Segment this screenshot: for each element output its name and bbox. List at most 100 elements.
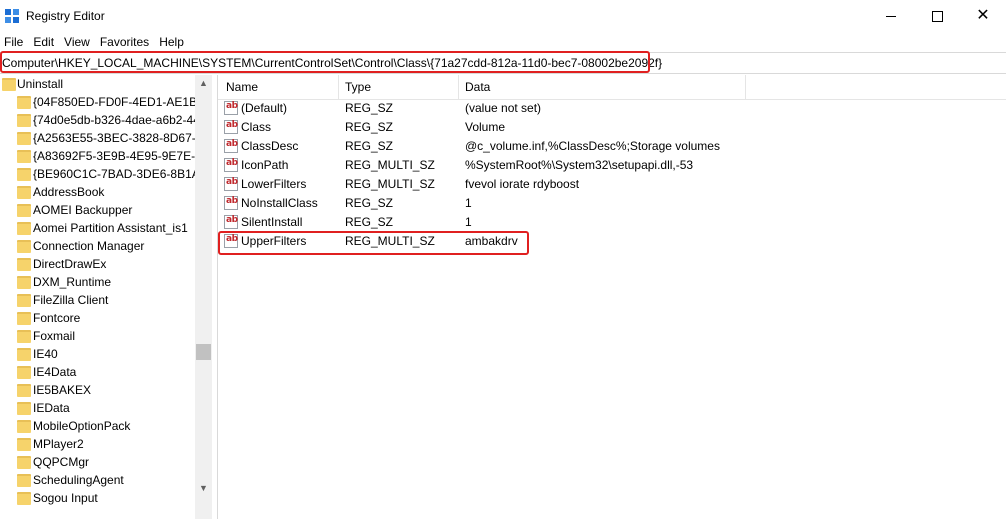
- table-row[interactable]: ab Class REG_SZ Volume: [218, 118, 1006, 137]
- minimize-icon: [886, 15, 896, 17]
- value-type: REG_MULTI_SZ: [345, 177, 435, 191]
- tree-item-label: IE40: [33, 347, 58, 361]
- tree-scrollbar[interactable]: ▲ ▼: [195, 75, 212, 519]
- menu-file[interactable]: File: [0, 33, 28, 51]
- menu-edit[interactable]: Edit: [28, 33, 59, 51]
- tree-item-label: MobileOptionPack: [33, 419, 131, 433]
- tree-item-label: Uninstall: [17, 77, 64, 91]
- table-row[interactable]: ab (Default) REG_SZ (value not set): [218, 99, 1006, 118]
- value-name: LowerFilters: [241, 177, 307, 191]
- scroll-up-icon[interactable]: ▲: [195, 75, 212, 92]
- tree-item-label: QQPCMgr: [33, 455, 90, 469]
- value-name: ClassDesc: [241, 139, 299, 153]
- maximize-button[interactable]: [914, 0, 960, 32]
- string-value-icon-text: ab: [226, 101, 238, 111]
- list-header: Name Type Data: [218, 75, 1006, 100]
- value-type: REG_SZ: [345, 101, 394, 115]
- tree-item-label: Fontcore: [33, 311, 81, 325]
- string-value-icon-text: ab: [226, 177, 238, 187]
- string-value-icon-text: ab: [226, 139, 238, 149]
- menu-view[interactable]: View: [59, 33, 95, 51]
- value-type: REG_SZ: [345, 120, 394, 134]
- value-data: %SystemRoot%\System32\setupapi.dll,-53: [465, 158, 694, 172]
- tree-item-label: IEData: [33, 401, 70, 415]
- folder-icon: [17, 474, 31, 487]
- column-header-data[interactable]: Data: [465, 80, 490, 94]
- folder-icon: [17, 294, 31, 307]
- close-button[interactable]: ✕: [960, 0, 1006, 32]
- string-value-icon-text: ab: [226, 196, 238, 206]
- folder-icon: [17, 456, 31, 469]
- tree-item-label: {04F850ED-FD0F-4ED1-AE1B-4: [33, 95, 195, 109]
- value-data: Volume: [465, 120, 506, 134]
- column-header-type[interactable]: Type: [345, 80, 371, 94]
- table-row[interactable]: ab ClassDesc REG_SZ @c_volume.inf,%ClassDes…: [218, 137, 1006, 156]
- value-name: IconPath: [241, 158, 289, 172]
- table-row[interactable]: ab NoInstallClass REG_SZ 1: [218, 194, 1006, 213]
- tree-item-label: Foxmail: [33, 329, 76, 343]
- value-name: (Default): [241, 101, 288, 115]
- folder-icon: [17, 438, 31, 451]
- tree-item-label: AOMEI Backupper: [33, 203, 133, 217]
- folder-icon: [2, 78, 16, 91]
- value-type: REG_SZ: [345, 196, 394, 210]
- column-divider[interactable]: [458, 75, 459, 99]
- table-row[interactable]: ab LowerFilters REG_MULTI_SZ fvevol iorate …: [218, 175, 1006, 194]
- value-data: 1: [465, 215, 472, 229]
- string-value-icon: ab: [224, 120, 238, 134]
- value-type: REG_SZ: [345, 139, 394, 153]
- folder-icon: [17, 402, 31, 415]
- scroll-down-icon[interactable]: ▼: [195, 480, 212, 497]
- folder-icon: [17, 330, 31, 343]
- folder-icon: [17, 222, 31, 235]
- value-data: fvevol iorate rdyboost: [465, 177, 580, 191]
- folder-icon: [17, 312, 31, 325]
- column-divider[interactable]: [338, 75, 339, 99]
- minimize-button[interactable]: [868, 0, 914, 32]
- scrollbar-thumb[interactable]: [196, 344, 211, 360]
- values-list: Name Type Data ab (Default) REG_SZ (value n…: [218, 75, 1006, 519]
- value-type: REG_MULTI_SZ: [345, 158, 435, 172]
- menu-help[interactable]: Help: [154, 33, 189, 51]
- key-tree: Uninstall {04F850ED-FD0F-4ED1-AE1B-4 {74d…: [0, 75, 195, 519]
- tree-item-label: {A83692F5-3E9B-4E95-9E7E-B5: [33, 149, 195, 163]
- string-value-icon: ab: [224, 101, 238, 115]
- title-bar: Registry Editor ✕: [0, 0, 1006, 32]
- table-row[interactable]: ab IconPath REG_MULTI_SZ %SystemRoot%\Syste…: [218, 156, 1006, 175]
- value-data: @c_volume.inf,%ClassDesc%;Storage volume…: [465, 139, 720, 153]
- string-value-icon: ab: [224, 139, 238, 153]
- table-row[interactable]: ab SilentInstall REG_SZ 1: [218, 213, 1006, 232]
- tree-item-label: DXM_Runtime: [33, 275, 112, 289]
- string-value-icon-text: ab: [226, 120, 238, 130]
- tree-item-label: IE4Data: [33, 365, 77, 379]
- value-type: REG_SZ: [345, 215, 394, 229]
- column-header-name[interactable]: Name: [226, 80, 258, 94]
- maximize-icon: [931, 10, 943, 22]
- tree-item-label: {BE960C1C-7BAD-3DE6-8B1A-2: [33, 167, 195, 181]
- tree-item-label: SchedulingAgent: [33, 473, 124, 487]
- value-name: Class: [241, 120, 272, 134]
- string-value-icon-text: ab: [226, 215, 238, 225]
- tree-item-label: DirectDrawEx: [33, 257, 107, 271]
- address-highlight-box: [0, 51, 650, 73]
- menu-favorites[interactable]: Favorites: [95, 33, 154, 51]
- folder-icon: [17, 366, 31, 379]
- window-title: Registry Editor: [26, 9, 105, 23]
- tree-item-label: AddressBook: [33, 185, 105, 199]
- string-value-icon: ab: [224, 196, 238, 210]
- registry-editor-icon: [5, 9, 20, 24]
- folder-icon: [17, 240, 31, 253]
- value-name: NoInstallClass: [241, 196, 318, 210]
- tree-item-label: MPlayer2: [33, 437, 84, 451]
- tree-item-label: Connection Manager: [33, 239, 145, 253]
- tree-item-label: Sogou Input: [33, 491, 98, 505]
- close-icon: ✕: [976, 7, 990, 24]
- folder-icon: [17, 96, 31, 109]
- folder-icon: [17, 186, 31, 199]
- string-value-icon: ab: [224, 215, 238, 229]
- folder-icon: [17, 348, 31, 361]
- folder-icon: [17, 420, 31, 433]
- tree-item-label: {A2563E55-3BEC-3828-8D67-E5: [33, 131, 195, 145]
- column-divider[interactable]: [745, 75, 746, 99]
- folder-icon: [17, 168, 31, 181]
